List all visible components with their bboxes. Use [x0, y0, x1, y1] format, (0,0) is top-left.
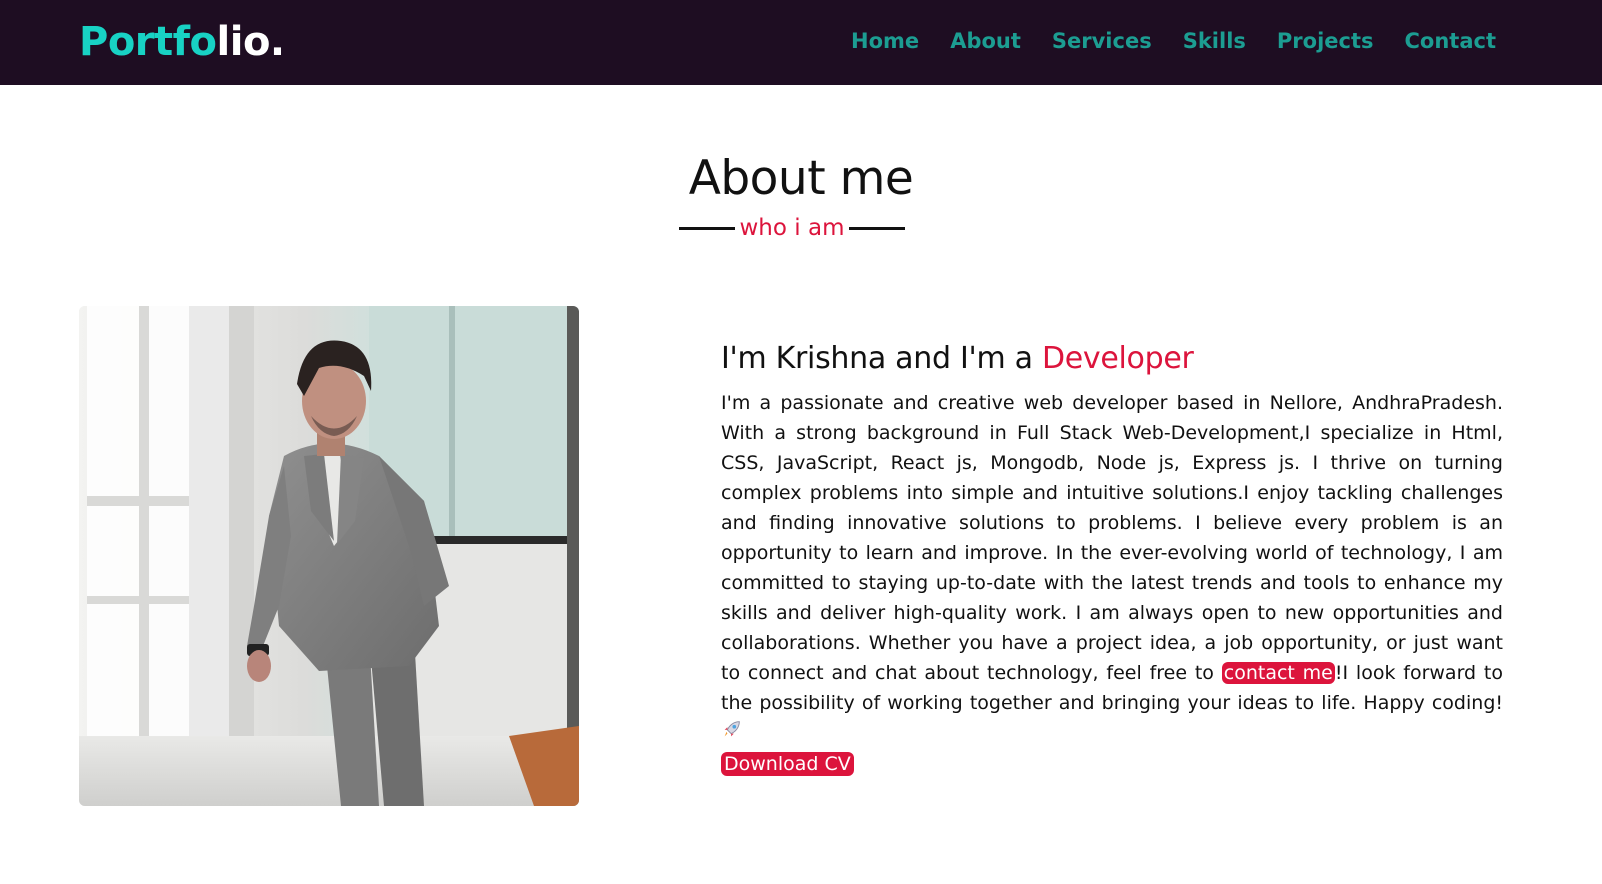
- logo-part-white: lio.: [216, 19, 286, 65]
- nav-item-home[interactable]: Home: [851, 27, 919, 55]
- about-title: About me: [688, 151, 914, 206]
- about-text: I'm Krishna and I'm a Developer I'm a pa…: [721, 337, 1503, 779]
- nav-item-skills[interactable]: Skills: [1183, 27, 1246, 55]
- logo-part-teal: Portfo: [79, 19, 217, 65]
- profile-photo-illustration: [79, 306, 579, 806]
- nav-item-projects[interactable]: Projects: [1277, 27, 1374, 55]
- rocket-icon: [721, 718, 743, 749]
- intro-heading-prefix: I'm Krishna and I'm a: [721, 341, 1042, 376]
- download-cv-button[interactable]: Download CV: [721, 752, 854, 776]
- nav-item-about[interactable]: About: [950, 27, 1021, 55]
- subtitle-line-right: [849, 227, 905, 230]
- contact-me-link[interactable]: contact me: [1221, 662, 1335, 684]
- profile-photo: [79, 306, 579, 806]
- about-paragraph: I'm a passionate and creative web develo…: [721, 388, 1503, 779]
- section-title: About me: [0, 148, 1602, 210]
- about-subtitle: who i am: [739, 215, 845, 241]
- intro-heading-accent: Developer: [1041, 341, 1194, 376]
- paragraph-part-1: I'm a passionate and creative web develo…: [721, 392, 1503, 684]
- nav-item-services[interactable]: Services: [1052, 27, 1152, 55]
- nav-item-contact[interactable]: Contact: [1405, 27, 1497, 55]
- subtitle-line-left: [679, 227, 735, 230]
- subtitle-row: who i am: [679, 212, 905, 244]
- nav-menu: Home About Services Skills Projects Cont…: [851, 27, 1496, 55]
- logo[interactable]: Portfolio.: [79, 16, 285, 68]
- navbar: Portfolio. Home About Services Skills Pr…: [0, 0, 1602, 85]
- intro-heading: I'm Krishna and I'm a Developer: [721, 337, 1503, 381]
